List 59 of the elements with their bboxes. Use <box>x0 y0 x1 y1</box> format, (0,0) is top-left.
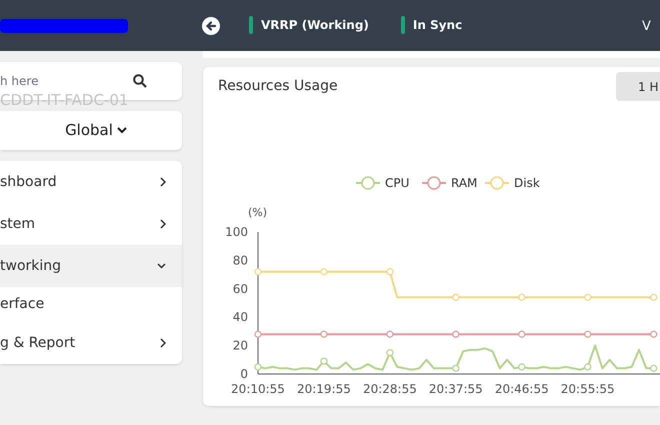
data-point <box>386 349 394 356</box>
data-point <box>452 364 460 372</box>
search-input[interactable]: h here <box>0 72 120 90</box>
legend-label: Disk <box>514 176 540 190</box>
menu-item[interactable]: stem <box>0 203 182 245</box>
data-point <box>650 294 658 301</box>
data-point <box>386 330 394 338</box>
card-title: Resources Usage <box>218 77 338 96</box>
chevron-right-icon <box>160 219 166 229</box>
data-point <box>584 363 592 370</box>
search-icon[interactable] <box>133 74 147 88</box>
status-label: VRRP (Working) <box>261 17 369 34</box>
time-range-button[interactable]: 1 H <box>616 72 660 101</box>
axis-tick-label: 20:10:55 <box>231 382 285 396</box>
data-point <box>320 268 328 276</box>
axis-unit-label: (%) <box>248 206 268 219</box>
chevron-down-icon <box>157 263 166 269</box>
axis-tick-label: 100 <box>225 225 248 239</box>
data-point <box>518 294 526 301</box>
version-label: V <box>642 18 651 36</box>
submenu-item[interactable]: erface <box>0 287 182 322</box>
axis-tick-label: 0 <box>240 367 248 381</box>
menu-item[interactable]: shboard <box>0 161 182 203</box>
legend-icon <box>485 176 509 190</box>
status-label: In Sync <box>412 17 462 34</box>
axis-tick-label: 20:37:55 <box>428 382 483 396</box>
data-point <box>254 268 262 276</box>
back-icon[interactable] <box>202 17 220 35</box>
axis-tick-label: 20 <box>232 338 248 353</box>
data-point <box>452 294 460 301</box>
axis-tick-label: 40 <box>232 310 248 324</box>
axis-tick-label: 20:19:55 <box>297 382 351 396</box>
scope-dropdown[interactable]: Global <box>0 111 182 150</box>
data-point <box>254 363 262 370</box>
axis-tick-label: 20:28:55 <box>362 382 417 396</box>
axis-tick-label: 20:55:55 <box>560 382 615 396</box>
data-point <box>452 330 460 338</box>
axis-tick-label: 60 <box>232 282 248 296</box>
data-point <box>254 330 262 338</box>
data-point <box>650 364 658 372</box>
menu-item[interactable]: g & Report <box>0 322 182 364</box>
data-point <box>320 358 328 365</box>
data-point <box>518 330 526 338</box>
axis-tick-label: 20:46:55 <box>494 382 549 396</box>
legend-label: RAM <box>451 176 478 190</box>
axis-tick-label: 80 <box>232 253 248 268</box>
menu-item[interactable]: tworking <box>0 245 182 287</box>
chevron-down-icon <box>116 127 127 134</box>
legend-label: CPU <box>385 176 410 190</box>
data-point <box>584 330 592 338</box>
legend-icon <box>422 176 446 190</box>
legend-icon <box>356 176 380 190</box>
data-point <box>386 268 394 276</box>
chevron-right-icon <box>160 177 166 187</box>
data-point <box>584 294 592 301</box>
chevron-right-icon <box>160 338 166 348</box>
data-point <box>320 330 328 338</box>
data-point <box>650 330 658 338</box>
data-point <box>518 363 526 370</box>
